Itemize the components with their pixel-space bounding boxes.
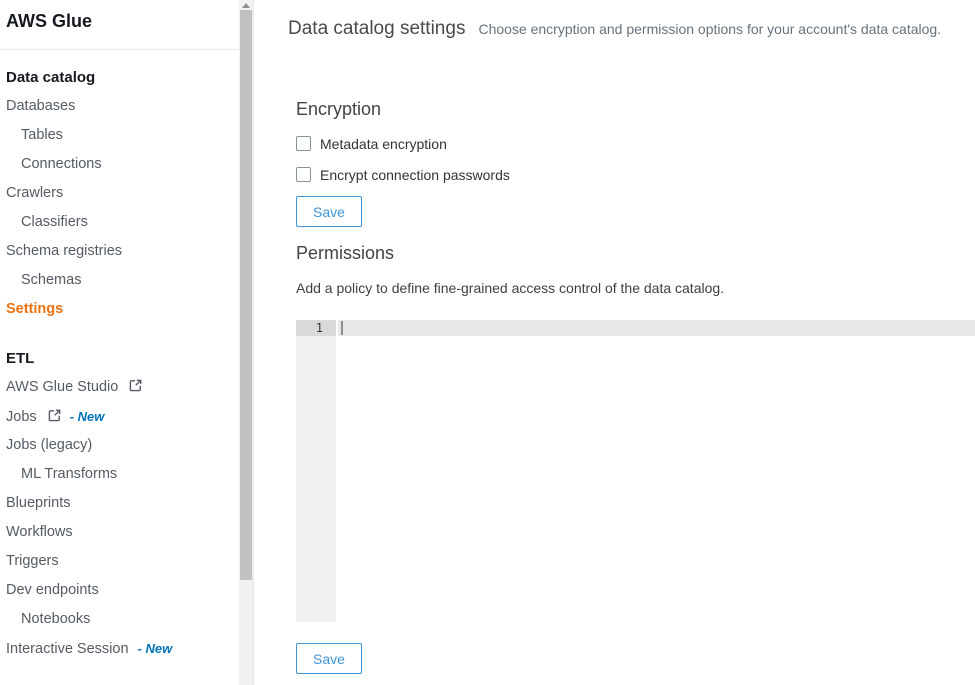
sidebar-item-jobs-legacy[interactable]: Jobs (legacy) (0, 431, 239, 460)
sidebar-item-label: Jobs (6, 409, 37, 425)
editor-active-line (338, 320, 975, 336)
sidebar-item-interactive-session[interactable]: Interactive Session - New (0, 634, 239, 663)
encryption-save-button[interactable]: Save (296, 196, 362, 227)
sidebar-item-label: AWS Glue Studio (6, 379, 118, 395)
sidebar-scrollbar-track[interactable] (239, 0, 254, 685)
sidebar-item-schema-registries[interactable]: Schema registries (0, 237, 239, 266)
sidebar-item-settings[interactable]: Settings (0, 295, 239, 324)
sidebar-nav: Data catalog Databases Tables Connection… (0, 50, 239, 663)
new-badge: - New (70, 409, 105, 424)
scroll-up-arrow-icon[interactable] (242, 3, 250, 8)
sidebar-item-classifiers[interactable]: Classifiers (0, 208, 239, 237)
sidebar-item-ml-transforms[interactable]: ML Transforms (0, 460, 239, 489)
permissions-heading: Permissions (296, 244, 975, 263)
encrypt-passwords-checkbox[interactable] (296, 167, 311, 182)
encrypt-passwords-row: Encrypt connection passwords (296, 166, 975, 183)
sidebar-item-triggers[interactable]: Triggers (0, 547, 239, 576)
sidebar-item-crawlers[interactable]: Crawlers (0, 179, 239, 208)
editor-cursor (341, 321, 343, 335)
sidebar-item-schemas[interactable]: Schemas (0, 266, 239, 295)
editor-content[interactable] (336, 320, 975, 622)
main-content: Data catalog settings Choose encryption … (255, 0, 975, 685)
editor-line-number: 1 (296, 320, 336, 336)
sidebar: AWS Glue Data catalog Databases Tables C… (0, 0, 239, 685)
metadata-encryption-label[interactable]: Metadata encryption (320, 136, 447, 152)
encryption-heading: Encryption (296, 40, 975, 119)
sidebar-item-tables[interactable]: Tables (0, 121, 239, 150)
policy-editor[interactable]: 1 (296, 320, 975, 622)
sidebar-item-blueprints[interactable]: Blueprints (0, 489, 239, 518)
sidebar-section-data-catalog: Data catalog (0, 63, 239, 92)
permissions-save-button[interactable]: Save (296, 643, 362, 674)
sidebar-item-aws-glue-studio[interactable]: AWS Glue Studio (0, 373, 239, 402)
metadata-encryption-row: Metadata encryption (296, 135, 975, 152)
app-title[interactable]: AWS Glue (0, 0, 239, 50)
page-header: Data catalog settings Choose encryption … (288, 0, 975, 40)
sidebar-item-notebooks[interactable]: Notebooks (0, 605, 239, 634)
sidebar-item-dev-endpoints[interactable]: Dev endpoints (0, 576, 239, 605)
encrypt-passwords-label[interactable]: Encrypt connection passwords (320, 167, 510, 183)
page-title: Data catalog settings (288, 18, 465, 40)
sidebar-item-jobs[interactable]: Jobs - New (0, 402, 239, 431)
new-badge: - New (138, 641, 173, 656)
sidebar-section-etl: ETL (0, 344, 239, 373)
external-link-icon (48, 404, 61, 433)
external-link-icon (129, 374, 142, 403)
metadata-encryption-checkbox[interactable] (296, 136, 311, 151)
sidebar-item-workflows[interactable]: Workflows (0, 518, 239, 547)
sidebar-item-connections[interactable]: Connections (0, 150, 239, 179)
sidebar-item-label: Interactive Session (6, 641, 129, 657)
page-subtitle: Choose encryption and permission options… (478, 21, 941, 37)
sidebar-item-databases[interactable]: Databases (0, 92, 239, 121)
editor-gutter: 1 (296, 320, 336, 622)
sidebar-scrollbar-thumb[interactable] (240, 10, 252, 580)
permissions-description: Add a policy to define fine-grained acce… (296, 280, 975, 296)
